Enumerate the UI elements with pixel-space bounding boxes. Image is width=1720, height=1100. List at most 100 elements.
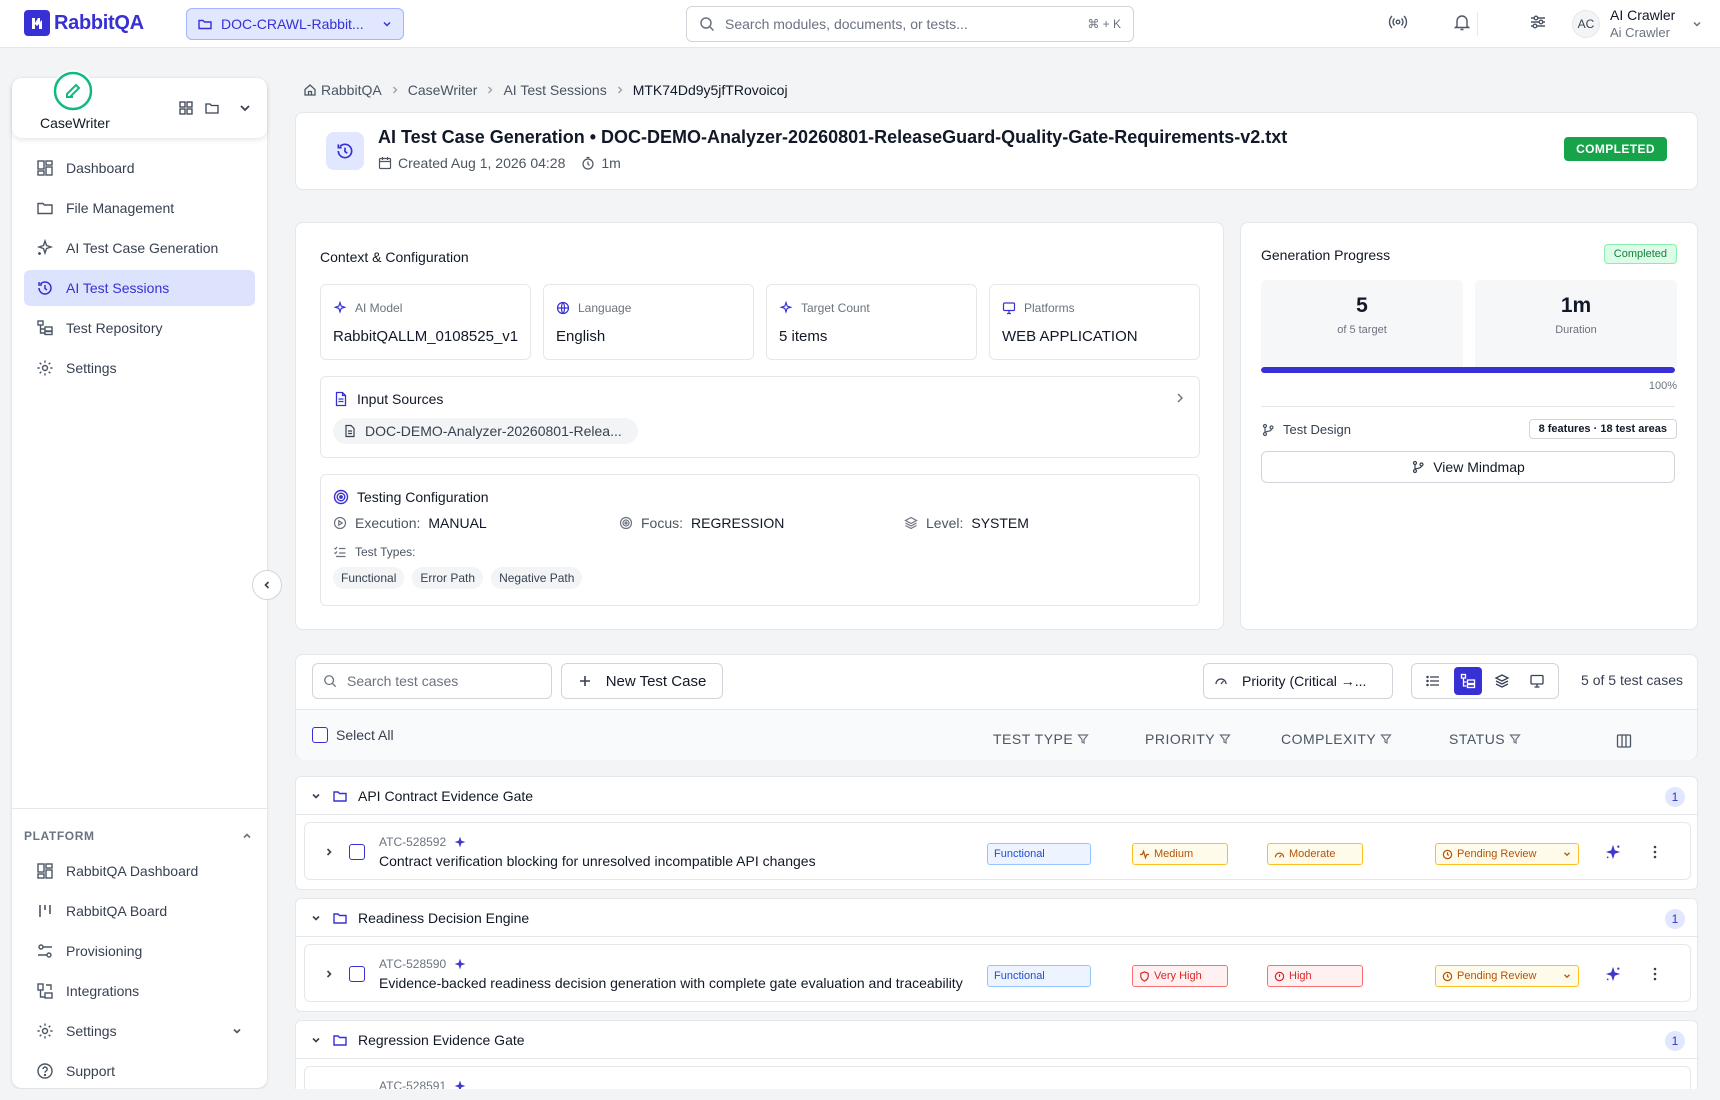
folder-icon xyxy=(332,1032,348,1048)
test-design-badge: 8 features · 18 test areas xyxy=(1528,419,1677,439)
chevron-down-icon[interactable] xyxy=(310,1034,322,1046)
filter-icon[interactable] xyxy=(1380,733,1392,745)
group-header[interactable]: Regression Evidence Gate 1 xyxy=(296,1021,1697,1059)
sidebar-item-support[interactable]: Support xyxy=(24,1053,255,1089)
generated-count: 5 xyxy=(1356,294,1368,317)
breadcrumb-link[interactable]: AI Test Sessions xyxy=(503,82,606,98)
column-priority[interactable]: PRIORITY xyxy=(1145,731,1231,747)
view-mindmap-button[interactable]: View Mindmap xyxy=(1261,451,1675,483)
test-case-row[interactable]: ATC-528592 Contract verification blockin… xyxy=(304,822,1691,880)
test-case-search-input[interactable] xyxy=(347,673,541,689)
dashboard-icon xyxy=(36,862,54,880)
ai-assist-icon[interactable] xyxy=(1605,966,1621,982)
app-switcher[interactable]: CaseWriter xyxy=(12,70,267,138)
filter-icon[interactable] xyxy=(1509,733,1521,745)
priority-badge: Medium xyxy=(1132,843,1228,865)
test-case-search[interactable] xyxy=(312,663,552,699)
group-count: 1 xyxy=(1665,909,1685,929)
input-sources-panel[interactable]: Input Sources DOC-DEMO-Analyzer-20260801… xyxy=(320,376,1200,458)
globe-icon xyxy=(556,301,570,315)
more-vertical-icon[interactable] xyxy=(1647,966,1663,982)
progress-divider xyxy=(1261,406,1675,407)
complexity-label: Moderate xyxy=(1289,848,1336,860)
group-header[interactable]: API Contract Evidence Gate 1 xyxy=(296,777,1697,815)
column-test-type[interactable]: TEST TYPE xyxy=(993,731,1089,747)
sidebar-item-label: File Management xyxy=(66,200,175,216)
testing-configuration-title: Testing Configuration xyxy=(357,489,489,505)
chevron-right-icon[interactable] xyxy=(1173,391,1187,405)
sidebar-item-file-management[interactable]: File Management xyxy=(24,190,255,226)
filter-icon[interactable] xyxy=(1077,733,1089,745)
sidebar-item-ai-test-case-generation[interactable]: AI Test Case Generation xyxy=(24,230,255,266)
status-label: Pending Review xyxy=(1457,970,1537,982)
sidebar-item-test-repository[interactable]: Test Repository xyxy=(24,310,255,346)
chevron-right-icon[interactable] xyxy=(323,968,335,980)
global-search-input[interactable] xyxy=(725,16,1078,32)
platform-header[interactable]: PLATFORM xyxy=(12,827,267,845)
row-checkbox[interactable] xyxy=(349,966,365,982)
sort-select[interactable]: Priority (Critical →... xyxy=(1203,663,1393,699)
test-case-title[interactable]: Evidence-backed readiness decision gener… xyxy=(379,975,963,991)
new-test-case-button[interactable]: New Test Case xyxy=(561,663,723,699)
sidebar-item-platform-settings[interactable]: Settings xyxy=(24,1013,255,1049)
sidebar-item-provisioning[interactable]: Provisioning xyxy=(24,933,255,969)
bell-icon[interactable] xyxy=(1452,12,1472,32)
result-count: 5 of 5 test cases xyxy=(1581,672,1683,688)
filter-icon[interactable] xyxy=(1219,733,1231,745)
sidebar-collapse-button[interactable] xyxy=(252,570,282,600)
ai-assist-icon[interactable] xyxy=(1605,844,1621,860)
clock-icon xyxy=(1442,971,1453,982)
list-view-icon[interactable] xyxy=(1419,667,1447,695)
priority-label: Medium xyxy=(1154,848,1194,860)
test-case-row[interactable]: ATC-528590 Evidence-backed readiness dec… xyxy=(304,944,1691,1002)
monitor-view-icon[interactable] xyxy=(1523,667,1551,695)
sidebar-item-rabbitqa-board[interactable]: RabbitQA Board xyxy=(24,893,255,929)
project-selector[interactable]: DOC-CRAWL-Rabbit... xyxy=(186,8,404,40)
global-search[interactable]: ⌘ + K xyxy=(686,6,1134,42)
breadcrumb-link[interactable]: CaseWriter xyxy=(408,82,478,98)
app-logo[interactable]: RabbitQA xyxy=(24,10,144,36)
sidebar-item-integrations[interactable]: Integrations xyxy=(24,973,255,1009)
language-value: English xyxy=(556,328,606,345)
group-count: 1 xyxy=(1665,1031,1685,1051)
chevron-right-icon[interactable] xyxy=(323,846,335,858)
test-type-chip: Negative Path xyxy=(491,567,583,589)
test-case-title[interactable]: Contract verification blocking for unres… xyxy=(379,853,816,869)
chevron-right-icon xyxy=(615,85,625,95)
status-select[interactable]: Pending Review xyxy=(1435,965,1579,987)
broadcast-icon[interactable] xyxy=(1388,12,1408,32)
input-source-filename: DOC-DEMO-Analyzer-20260801-Relea... xyxy=(365,423,622,439)
timer-icon xyxy=(581,156,595,170)
folder-icon[interactable] xyxy=(204,100,220,116)
status-select[interactable]: Pending Review xyxy=(1435,843,1579,865)
grid-icon[interactable] xyxy=(178,100,194,116)
row-checkbox[interactable] xyxy=(349,844,365,860)
column-status[interactable]: STATUS xyxy=(1449,731,1521,747)
sliders-icon[interactable] xyxy=(1528,12,1548,32)
input-source-chip[interactable]: DOC-DEMO-Analyzer-20260801-Relea... xyxy=(333,418,638,444)
breadcrumb-link[interactable]: RabbitQA xyxy=(321,82,382,98)
column-complexity[interactable]: COMPLEXITY xyxy=(1281,731,1392,747)
chevron-down-icon[interactable] xyxy=(310,790,322,802)
sidebar-item-ai-test-sessions[interactable]: AI Test Sessions xyxy=(24,270,255,306)
sidebar-item-rabbitqa-dashboard[interactable]: RabbitQA Dashboard xyxy=(24,853,255,889)
more-vertical-icon[interactable] xyxy=(1647,844,1663,860)
chevron-up-icon xyxy=(241,830,253,842)
folder-icon xyxy=(332,910,348,926)
execution-label: Execution: xyxy=(355,515,421,531)
layers-view-icon[interactable] xyxy=(1488,667,1516,695)
home-icon[interactable] xyxy=(303,83,317,97)
input-sources-title: Input Sources xyxy=(357,391,444,407)
columns-icon[interactable] xyxy=(1616,733,1632,749)
tree-view-icon[interactable] xyxy=(1453,667,1482,695)
sidebar-item-dashboard[interactable]: Dashboard xyxy=(24,150,255,186)
group-header[interactable]: Readiness Decision Engine 1 xyxy=(296,899,1697,937)
chevron-down-icon[interactable] xyxy=(238,101,252,115)
gear-icon xyxy=(36,359,54,377)
folder-icon xyxy=(197,16,213,32)
select-all[interactable]: Select All xyxy=(312,727,394,743)
chevron-down-icon[interactable] xyxy=(310,912,322,924)
sidebar-item-settings[interactable]: Settings xyxy=(24,350,255,386)
user-menu[interactable]: AC AI Crawler Ai Crawler xyxy=(1572,6,1703,42)
select-all-checkbox[interactable] xyxy=(312,727,328,743)
